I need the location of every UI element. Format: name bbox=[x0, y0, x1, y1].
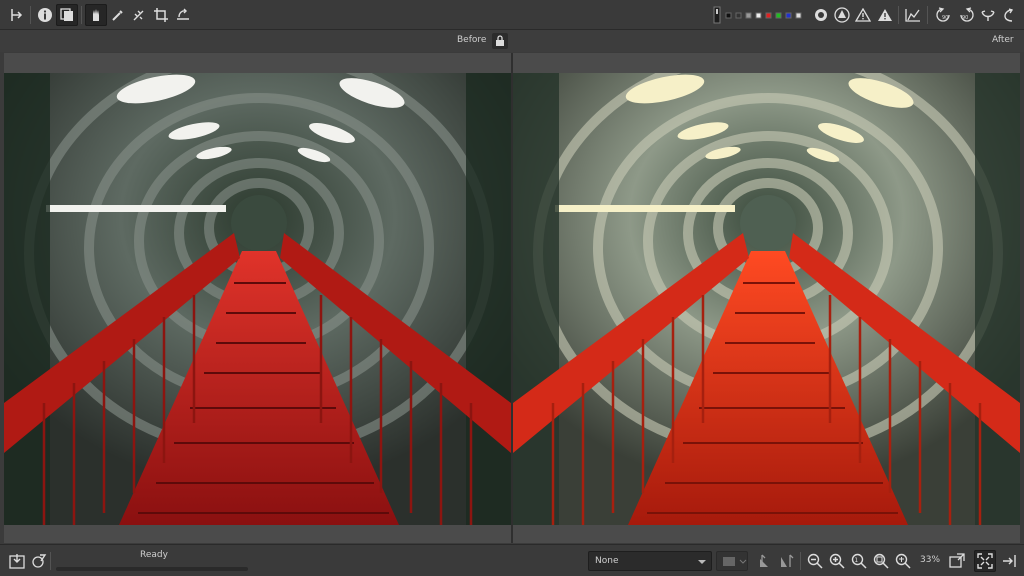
toolbar-separator bbox=[927, 6, 928, 24]
profile-select[interactable]: None bbox=[588, 551, 712, 571]
progress-bar bbox=[56, 567, 248, 571]
swatch-icons[interactable] bbox=[724, 4, 810, 26]
split-view-icon[interactable] bbox=[6, 4, 28, 26]
svg-text:90: 90 bbox=[942, 15, 948, 21]
new-window-icon[interactable] bbox=[946, 550, 968, 572]
before-after-header: Before After bbox=[0, 30, 1024, 52]
zoom-level: 33% bbox=[920, 555, 941, 565]
before-image-pane[interactable] bbox=[4, 53, 511, 543]
preview-mode-icon[interactable] bbox=[711, 4, 723, 26]
svg-text:1: 1 bbox=[854, 557, 858, 564]
before-after-icon[interactable] bbox=[56, 4, 78, 26]
highlight-warning-icon[interactable] bbox=[874, 4, 896, 26]
chevron-down-icon bbox=[698, 560, 706, 564]
lock-icon[interactable] bbox=[492, 33, 508, 49]
rotate-right-icon[interactable]: 90 bbox=[955, 4, 977, 26]
zoom-fit-icon[interactable] bbox=[870, 550, 892, 572]
info-icon[interactable] bbox=[34, 4, 56, 26]
before-label: Before bbox=[457, 35, 487, 45]
flip-v-icon[interactable] bbox=[998, 4, 1020, 26]
after-photo bbox=[513, 73, 1020, 525]
flip-h-icon[interactable] bbox=[977, 4, 999, 26]
svg-text:90: 90 bbox=[962, 15, 968, 21]
zoom-fit-crop-icon[interactable] bbox=[892, 550, 914, 572]
toolbar-separator bbox=[81, 6, 82, 24]
transform-icon[interactable] bbox=[172, 4, 194, 26]
zoom-100-icon[interactable]: 1 bbox=[848, 550, 870, 572]
folder-select[interactable] bbox=[716, 551, 748, 571]
before-photo bbox=[4, 73, 511, 525]
color-picker-icon[interactable] bbox=[107, 4, 129, 26]
toolbar-separator bbox=[30, 6, 31, 24]
focus-mask-icon[interactable] bbox=[810, 4, 832, 26]
fullscreen-icon[interactable] bbox=[974, 550, 996, 572]
status-text: Ready bbox=[140, 550, 168, 560]
straighten-icon[interactable] bbox=[128, 4, 150, 26]
send-to-editor-icon[interactable] bbox=[28, 550, 50, 572]
zoom-in-icon[interactable] bbox=[826, 550, 848, 572]
save-icon[interactable] bbox=[6, 550, 28, 572]
hand-icon[interactable] bbox=[85, 4, 107, 26]
top-toolbar: 90 90 bbox=[0, 0, 1024, 30]
toolbar-separator bbox=[50, 552, 51, 570]
bottom-toolbar: Ready None 1 33% bbox=[0, 544, 1024, 576]
toolbar-separator bbox=[800, 552, 801, 570]
zoom-out-icon[interactable] bbox=[804, 550, 826, 572]
histogram-icon[interactable] bbox=[902, 4, 924, 26]
crop-icon[interactable] bbox=[150, 4, 172, 26]
rotate-left-icon[interactable]: 90 bbox=[933, 4, 955, 26]
toolbar-separator bbox=[898, 6, 899, 24]
shadow-clip-icon[interactable] bbox=[831, 4, 853, 26]
collapse-panel-icon[interactable] bbox=[998, 550, 1020, 572]
warning-icon[interactable] bbox=[852, 4, 874, 26]
after-label: After bbox=[992, 35, 1014, 45]
profile-select-value: None bbox=[595, 556, 619, 566]
rotate-image-icon[interactable] bbox=[754, 550, 776, 572]
after-image-pane[interactable] bbox=[513, 53, 1020, 543]
flip-image-icon[interactable] bbox=[776, 550, 798, 572]
